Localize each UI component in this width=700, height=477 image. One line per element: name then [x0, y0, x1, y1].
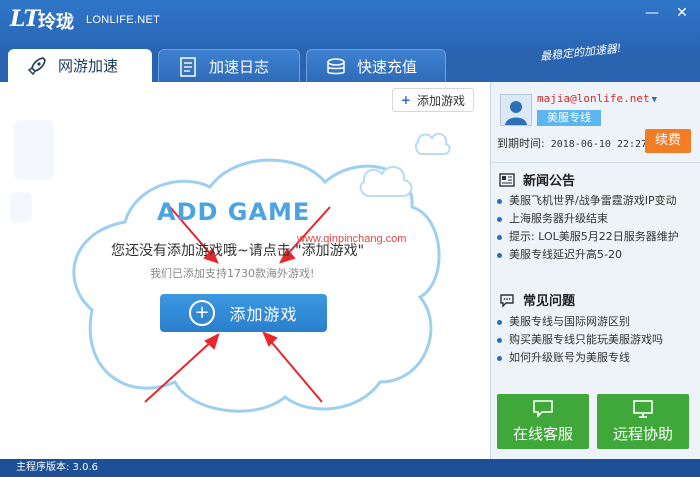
faq-title-text: 常见问题: [523, 294, 576, 309]
tab-label: 快速充值: [357, 58, 418, 76]
add-game-heading: ADD GAME: [157, 198, 311, 226]
tab-quick-recharge[interactable]: 快速充值: [306, 49, 446, 83]
news-item[interactable]: 美服飞机世界/战争雷霆游戏IP变动: [497, 192, 679, 210]
bullet: [497, 337, 502, 343]
faq-item[interactable]: 购买美服专线只能玩美服游戏吗: [497, 331, 663, 349]
news-icon: [499, 172, 515, 188]
news-item-text: 美服专线延迟升高5-20: [509, 248, 622, 261]
faq-item[interactable]: 如何升级账号为美服专线: [497, 349, 663, 367]
faq-list: 美服专线与国际网游区别 购买美服专线只能玩美服游戏吗 如何升级账号为美服专线: [497, 313, 663, 367]
close-button[interactable]: ✕: [668, 2, 696, 24]
add-game-label: 添加游戏: [229, 305, 298, 324]
monitor-icon: [633, 400, 653, 418]
logo-mark: LT: [10, 6, 41, 32]
faq-item[interactable]: 美服专线与国际网游区别: [497, 313, 663, 331]
avatar[interactable]: [500, 94, 532, 126]
account-email[interactable]: majia@lonlife.net ▼: [537, 92, 657, 105]
news-item-text: 上海服务器升级结束: [509, 212, 608, 225]
tab-label: 加速日志: [209, 58, 270, 76]
minimize-button[interactable]: —: [638, 2, 666, 24]
log-icon: [177, 56, 199, 78]
email-text: majia@lonlife.net: [537, 92, 650, 105]
chat-icon: [533, 400, 553, 418]
plan-badge: 美服专线: [537, 110, 601, 126]
news-item-text: 提示: LOL美服5月22日服务器维护: [509, 230, 679, 243]
faq-item-text: 购买美服专线只能玩美服游戏吗: [509, 333, 663, 346]
chevron-down-icon: ▼: [651, 95, 658, 105]
news-item[interactable]: 上海服务器升级结束: [497, 210, 679, 228]
online-service-button[interactable]: 在线客服: [497, 394, 589, 449]
news-title: 新闻公告: [499, 170, 575, 189]
coins-icon: [325, 56, 347, 78]
bullet: [497, 234, 502, 240]
faq-item-text: 美服专线与国际网游区别: [509, 315, 630, 328]
remote-help-button[interactable]: 远程协助: [597, 394, 689, 449]
tab-game-boost[interactable]: 网游加速: [8, 49, 152, 82]
side-panel: majia@lonlife.net ▼ 美服专线 到期时间: 2018-06-10 …: [490, 82, 700, 459]
tab-boost-log[interactable]: 加速日志: [158, 49, 300, 83]
news-list: 美服飞机世界/战争雷霆游戏IP变动 上海服务器升级结束 提示: LOL美服5月2…: [497, 192, 679, 264]
chat-bubble-icon: [499, 292, 515, 308]
plus-icon: +: [189, 300, 216, 326]
expire-label: 到期时间:: [497, 137, 545, 150]
bullet: [497, 198, 502, 204]
faq-title: 常见问题: [499, 290, 575, 309]
divider: [491, 162, 700, 163]
add-game-button[interactable]: + 添加游戏: [160, 294, 327, 332]
rocket-icon: [26, 55, 48, 77]
tab-label: 网游加速: [58, 57, 119, 75]
bullet: [497, 216, 502, 222]
support-count: 我们已添加支持1730款海外游戏!: [150, 267, 315, 280]
watermark: www.qinpinchang.com: [297, 233, 407, 245]
online-service-label: 在线客服: [512, 425, 573, 443]
news-item-text: 美服飞机世界/战争雷霆游戏IP变动: [509, 194, 677, 207]
renew-button[interactable]: 续费: [645, 129, 691, 153]
logo-text: 玲珑: [38, 12, 74, 33]
news-title-text: 新闻公告: [523, 174, 576, 189]
bullet: [497, 319, 502, 325]
expire-value: 2018-06-10 22:27: [550, 139, 648, 150]
remote-help-label: 远程协助: [612, 425, 673, 443]
news-item[interactable]: 提示: LOL美服5月22日服务器维护: [497, 228, 679, 246]
bullet: [497, 355, 502, 361]
news-item[interactable]: 美服专线延迟升高5-20: [497, 246, 679, 264]
faq-item-text: 如何升级账号为美服专线: [509, 351, 630, 364]
bullet: [497, 252, 502, 258]
version-text: 主程序版本: 3.0.6: [16, 462, 98, 473]
main-panel: + 添加游戏 ADD GAME 您还没有添加游戏哦~请点击 "添加游戏" www…: [0, 82, 490, 459]
logo-site: LONLIFE.NET: [86, 14, 161, 26]
expire-info: 到期时间: 2018-06-10 22:27: [497, 135, 647, 151]
title-bar: LT 玲珑 LONLIFE.NET — ✕: [0, 0, 700, 48]
status-bar: 主程序版本: 3.0.6: [0, 459, 700, 477]
